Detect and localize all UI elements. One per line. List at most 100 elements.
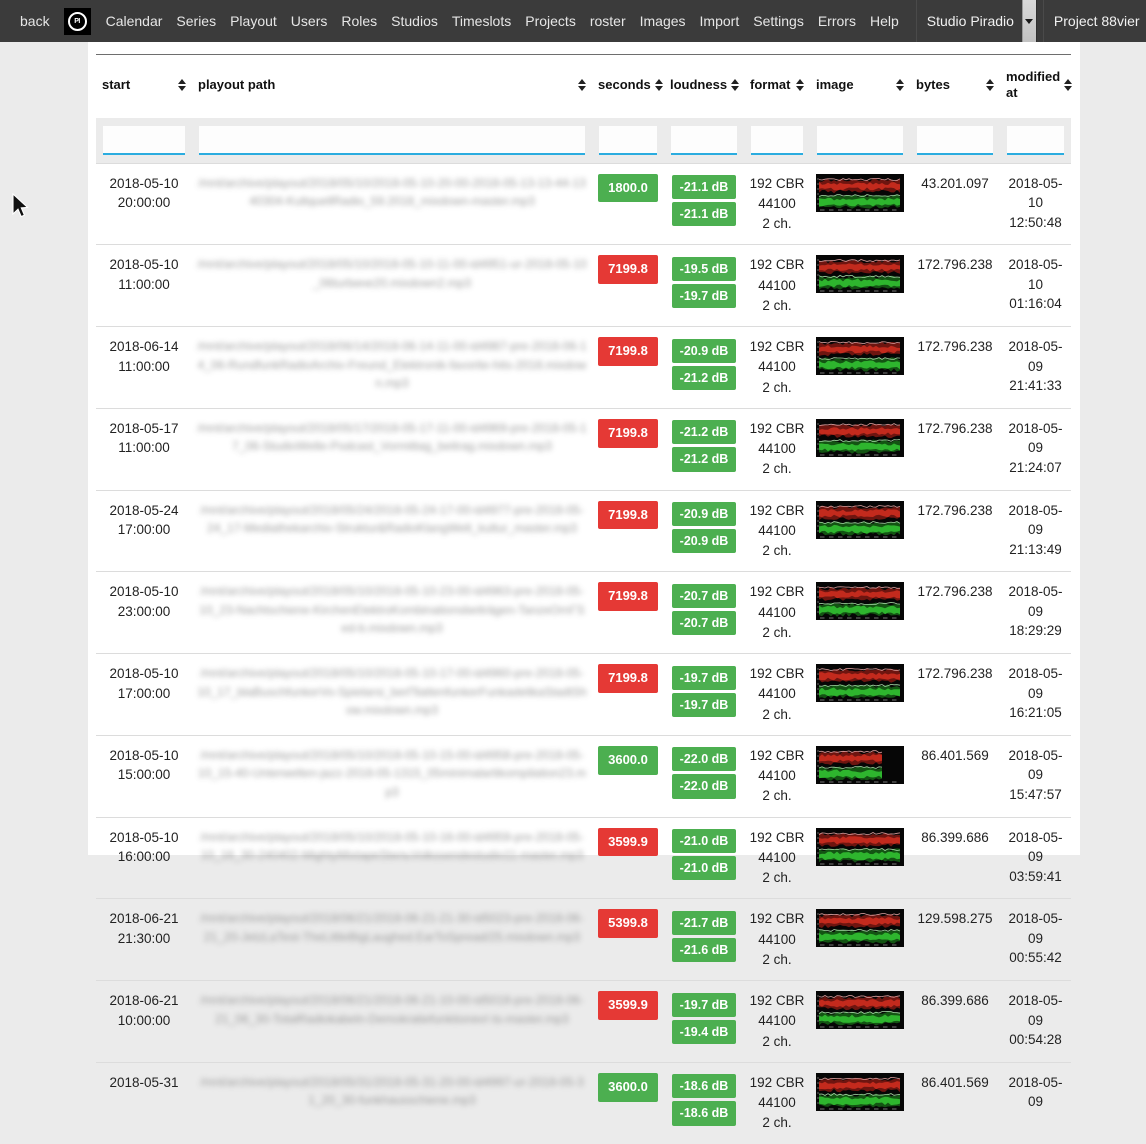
playout-table: startplayout pathseconds loudness format im… <box>96 54 1071 1144</box>
modified-at-cell: 2018-05-0916:21:05 <box>1000 654 1071 736</box>
filter-input-image[interactable] <box>817 126 903 155</box>
studio-select[interactable]: Studio Piradio <box>916 0 1037 42</box>
waveform-image[interactable] <box>816 746 904 784</box>
waveform-image[interactable] <box>816 174 904 212</box>
loudness-badge: -22.0 dB <box>672 747 737 771</box>
filter-row <box>96 118 1071 164</box>
column-header-seconds[interactable]: seconds <box>592 55 664 118</box>
column-header-modified-at[interactable]: modified at <box>1000 55 1071 118</box>
column-header-start[interactable]: start <box>96 55 192 118</box>
start-cell: 2018-05-1023:00:00 <box>96 572 192 654</box>
seconds-badge: 7199.8 <box>598 582 658 611</box>
loudness-badge: -19.7 dB <box>672 993 737 1017</box>
playout-path: /mnt/archive/playout/2018/05/10/2018-05-… <box>197 746 587 802</box>
nav-item-calendar[interactable]: Calendar <box>99 13 170 29</box>
playout-path: /mnt/archive/playout/2018/06/21/2018-06-… <box>197 991 587 1028</box>
nav-item-import[interactable]: Import <box>693 13 747 29</box>
sort-icon[interactable] <box>655 79 663 91</box>
waveform-image[interactable] <box>816 991 904 1029</box>
column-header-playout-path[interactable]: playout path <box>192 55 592 118</box>
loudness-badge: -20.7 dB <box>672 584 737 608</box>
bytes-cell: 86.399.686 <box>910 981 1000 1063</box>
filter-input-playout-path[interactable] <box>199 126 585 155</box>
modified-at-cell: 2018-05-0918:29:29 <box>1000 572 1071 654</box>
sort-icon[interactable] <box>731 79 739 91</box>
app-logo-icon[interactable]: PI <box>64 8 91 35</box>
modified-at-cell: 2018-05-0915:47:57 <box>1000 735 1071 817</box>
nav-item-playout[interactable]: Playout <box>223 13 284 29</box>
loudness-badge: -20.9 dB <box>672 529 737 553</box>
bytes-cell: 172.796.238 <box>910 490 1000 572</box>
sort-icon[interactable] <box>896 79 904 91</box>
nav-item-users[interactable]: Users <box>284 13 335 29</box>
nav-item-studios[interactable]: Studios <box>384 13 445 29</box>
loudness-badge: -21.2 dB <box>672 447 737 471</box>
waveform-image[interactable] <box>816 255 904 293</box>
bytes-cell: 86.401.569 <box>910 735 1000 817</box>
filter-input-seconds[interactable] <box>599 126 657 155</box>
nav-item-timeslots[interactable]: Timeslots <box>445 13 518 29</box>
column-header-loudness[interactable]: loudness <box>664 55 744 118</box>
seconds-badge: 3599.9 <box>598 991 658 1020</box>
filter-input-format[interactable] <box>751 126 803 155</box>
filter-input-bytes[interactable] <box>917 126 993 155</box>
table-header: startplayout pathseconds loudness format im… <box>96 55 1071 118</box>
chevron-down-icon[interactable] <box>1022 0 1036 42</box>
nav-item-projects[interactable]: Projects <box>518 13 583 29</box>
modified-at-cell: 2018-05-1001:16:04 <box>1000 245 1071 327</box>
waveform-image[interactable] <box>816 337 904 375</box>
nav-item-settings[interactable]: Settings <box>746 13 811 29</box>
playout-path: /mnt/archive/playout/2018/05/17/2018-05-… <box>197 419 587 456</box>
bytes-cell: 172.796.238 <box>910 327 1000 409</box>
bytes-cell: 129.598.275 <box>910 899 1000 981</box>
waveform-image[interactable] <box>816 909 904 947</box>
waveform-image[interactable] <box>816 582 904 620</box>
column-header-bytes[interactable]: bytes <box>910 55 1000 118</box>
waveform-image[interactable] <box>816 664 904 702</box>
nav-item-help[interactable]: Help <box>863 13 906 29</box>
nav-item-roster[interactable]: roster <box>583 13 633 29</box>
loudness-badge: -18.6 dB <box>672 1074 737 1098</box>
sort-icon[interactable] <box>578 79 586 91</box>
sort-icon[interactable] <box>178 79 186 91</box>
nav-menu: CalendarSeriesPlayoutUsersRolesStudiosTi… <box>99 13 906 29</box>
project-select[interactable]: Project 88vier <box>1043 0 1146 42</box>
sort-icon[interactable] <box>986 79 994 91</box>
column-label: image <box>816 77 854 93</box>
loudness-badge: -19.7 dB <box>672 284 737 308</box>
bytes-cell: 86.401.569 <box>910 1062 1000 1143</box>
nav-item-roles[interactable]: Roles <box>334 13 384 29</box>
column-header-image[interactable]: image <box>810 55 910 118</box>
playout-path: /mnt/archive/playout/2018/05/10/2018-05-… <box>197 174 587 211</box>
column-label: loudness <box>670 77 727 93</box>
project-select-value: Project 88vier <box>1044 13 1146 29</box>
modified-at-cell: 2018-05-0921:24:07 <box>1000 408 1071 490</box>
mouse-cursor <box>10 193 30 221</box>
format-cell: 192 CBR441002 ch. <box>744 899 810 981</box>
nav-item-images[interactable]: Images <box>633 13 693 29</box>
waveform-image[interactable] <box>816 1073 904 1111</box>
nav-item-series[interactable]: Series <box>169 13 223 29</box>
format-cell: 192 CBR441002 ch. <box>744 490 810 572</box>
modified-at-cell: 2018-05-09 <box>1000 1062 1071 1143</box>
modified-at-cell: 2018-05-0921:41:33 <box>1000 327 1071 409</box>
waveform-image[interactable] <box>816 828 904 866</box>
start-cell: 2018-05-2417:00:00 <box>96 490 192 572</box>
start-cell: 2018-05-1711:00:00 <box>96 408 192 490</box>
table-row: 2018-05-2417:00:00/mnt/archive/playout/2… <box>96 490 1071 572</box>
filter-input-start[interactable] <box>103 126 185 155</box>
filter-input-loudness[interactable] <box>671 126 737 155</box>
playout-path: /mnt/archive/playout/2018/05/10/2018-05-… <box>197 255 587 292</box>
column-label: modified at <box>1006 69 1060 102</box>
waveform-image[interactable] <box>816 501 904 539</box>
waveform-image[interactable] <box>816 419 904 457</box>
column-header-format[interactable]: format <box>744 55 810 118</box>
sort-icon[interactable] <box>796 79 804 91</box>
modified-at-cell: 2018-05-0921:13:49 <box>1000 490 1071 572</box>
sort-icon[interactable] <box>1064 79 1072 91</box>
filter-input-modified-at[interactable] <box>1007 126 1064 155</box>
start-cell: 2018-05-1015:00:00 <box>96 735 192 817</box>
loudness-badge: -20.9 dB <box>672 502 737 526</box>
nav-item-errors[interactable]: Errors <box>811 13 863 29</box>
back-button[interactable]: back <box>0 13 60 29</box>
